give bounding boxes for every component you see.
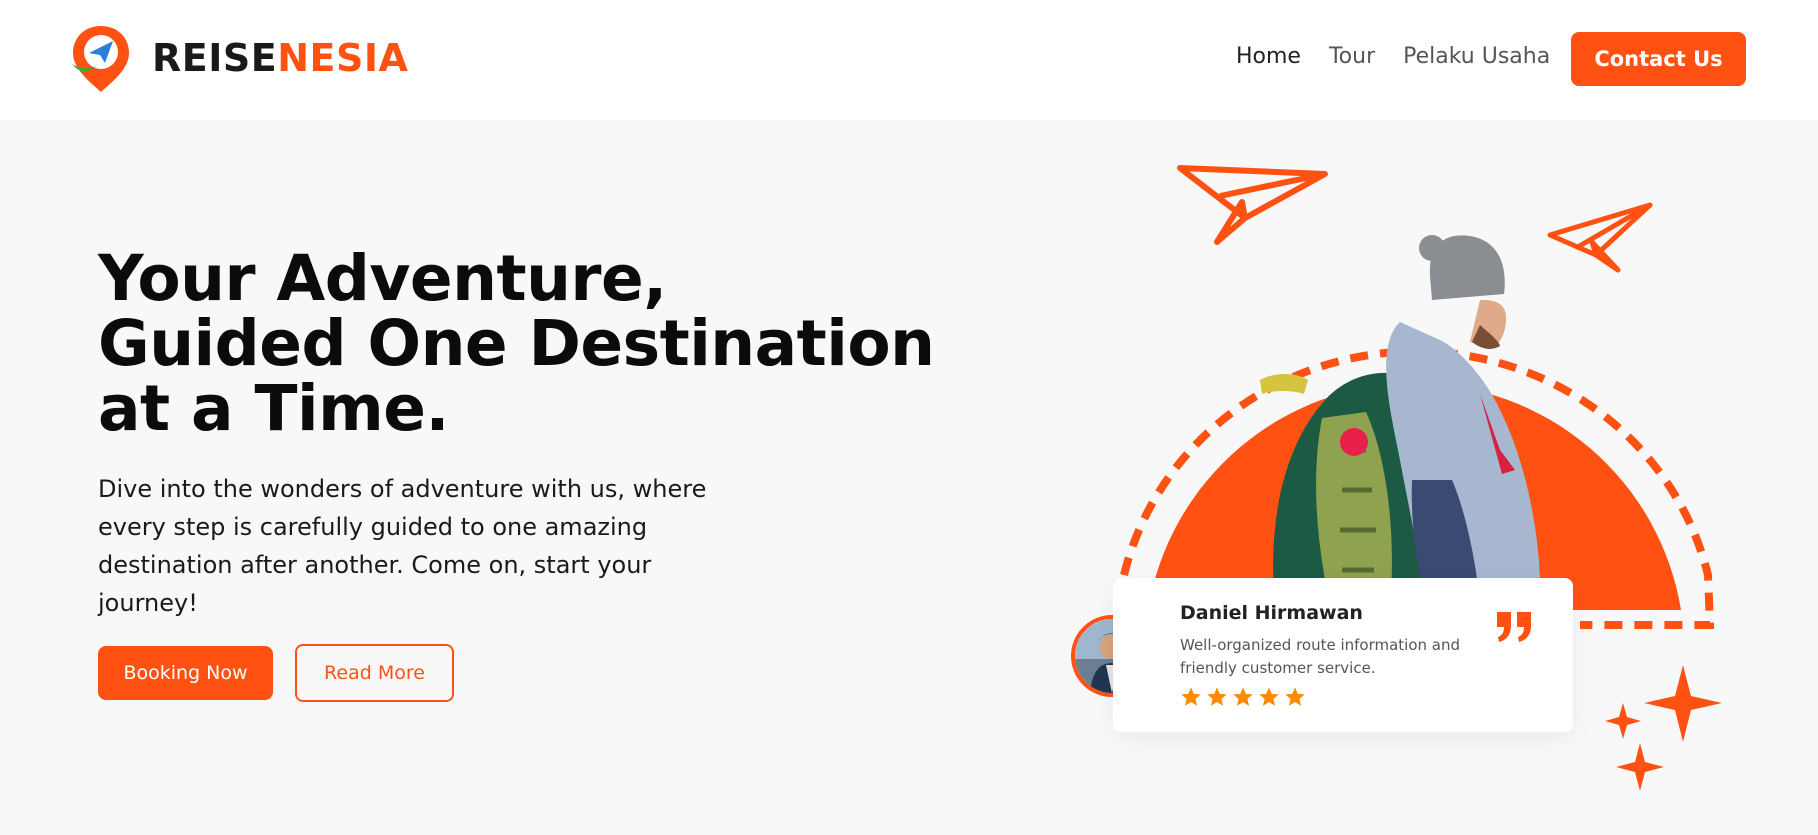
rating-stars [1180,686,1306,708]
booking-now-button[interactable]: Booking Now [98,646,273,700]
hero-title-line3: at a Time. [98,372,449,445]
logo-pin-icon [72,26,129,92]
navbar: REISENESIA Home Tour Pelaku Usaha Contac… [0,0,1818,120]
nav-link-tour[interactable]: Tour [1329,44,1375,69]
paper-plane-icon [1547,202,1653,273]
star-icon [1233,687,1253,706]
hero-description: Dive into the wonders of adventure with … [98,475,707,617]
star-icon [1181,687,1201,706]
brand-logo[interactable]: REISENESIA [68,22,408,94]
read-more-button[interactable]: Read More [295,644,454,702]
nav-link-home[interactable]: Home [1236,44,1301,69]
hero-title-line1: Your Adventure, [98,242,667,315]
main-nav: Home Tour Pelaku Usaha [1236,44,1550,69]
brand-name-part1: REISE [152,36,278,80]
star-icon [1285,687,1305,706]
quote-icon [1497,612,1531,642]
nav-link-pelaku-usaha[interactable]: Pelaku Usaha [1403,44,1550,69]
brand-name-part2: NESIA [277,36,409,80]
reviewer-name: Daniel Hirmawan [1180,602,1363,624]
paper-plane-icon [1177,165,1328,245]
contact-us-button[interactable]: Contact Us [1571,32,1746,86]
hero-title-line2: Guided One Destination [98,307,935,380]
star-icon [1259,687,1279,706]
review-card: Daniel Hirmawan Well-organized route inf… [1113,578,1573,732]
brand-name: REISENESIA [152,36,408,80]
hero-title: Your Adventure, Guided One Destination a… [98,246,948,441]
review-text: Well-organized route information and fri… [1180,636,1461,677]
sparkle-icon [1605,665,1722,791]
star-icon [1207,687,1227,706]
